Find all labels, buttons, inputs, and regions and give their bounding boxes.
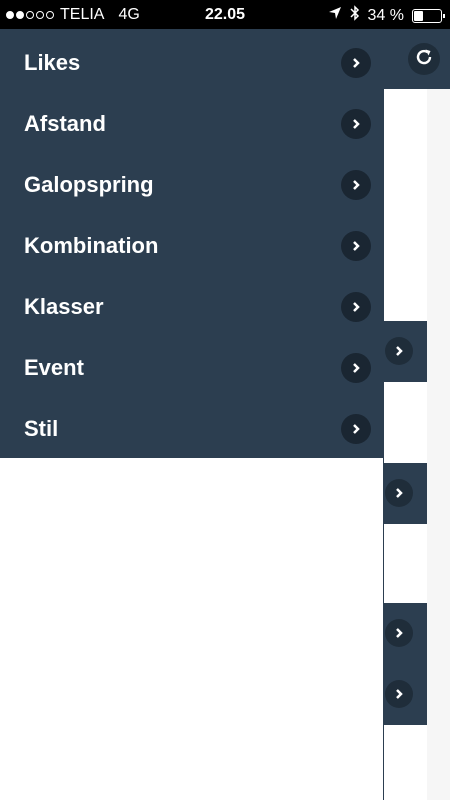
battery-tip xyxy=(443,13,445,18)
status-right: 34 % xyxy=(328,5,445,26)
menu-item-label: Kombination xyxy=(24,232,159,258)
location-arrow-icon xyxy=(328,6,342,25)
chevron-right-icon[interactable] xyxy=(385,619,413,647)
menu-item-label: Event xyxy=(24,354,84,380)
battery-level xyxy=(414,10,423,21)
menu-item-afstand[interactable]: Afstand xyxy=(0,93,384,154)
chevron-right-icon xyxy=(341,47,371,78)
menu-item-galopspring[interactable]: Galopspring xyxy=(0,154,384,215)
refresh-button[interactable] xyxy=(408,43,440,75)
menu-item-label: Galopspring xyxy=(24,171,154,197)
menu-item-kombination[interactable]: Kombination xyxy=(0,215,384,276)
menu-item-label: Afstand xyxy=(24,110,106,136)
menu-item-likes[interactable]: Likes xyxy=(0,32,384,93)
chevron-right-icon xyxy=(341,413,371,444)
chevron-right-icon[interactable] xyxy=(385,337,413,365)
chevron-right-icon xyxy=(341,291,371,322)
menu-item-klasser[interactable]: Klasser xyxy=(0,276,384,337)
scroll-gutter xyxy=(427,89,450,800)
menu-item-label: Stil xyxy=(24,415,59,441)
chevron-right-icon[interactable] xyxy=(385,479,413,507)
menu-item-event[interactable]: Event xyxy=(0,337,384,398)
chevron-right-icon xyxy=(341,108,371,139)
menu-item-stil[interactable]: Stil xyxy=(0,398,384,459)
chevron-right-icon[interactable] xyxy=(385,680,413,708)
battery-icon xyxy=(412,8,445,23)
menu-item-label: Likes xyxy=(24,49,81,75)
battery-percentage: 34 % xyxy=(367,6,404,24)
bluetooth-icon xyxy=(350,5,360,26)
side-drawer: Likes Afstand Galopspring Kombination Kl… xyxy=(0,29,384,800)
chevron-right-icon xyxy=(341,230,371,261)
menu-item-label: Klasser xyxy=(24,293,104,319)
chevron-right-icon xyxy=(341,169,371,200)
refresh-icon xyxy=(414,47,434,72)
chevron-right-icon xyxy=(341,352,371,383)
status-bar: TELIA 4G 22.05 34 % xyxy=(0,0,450,29)
drawer-menu: Likes Afstand Galopspring Kombination Kl… xyxy=(0,29,384,458)
